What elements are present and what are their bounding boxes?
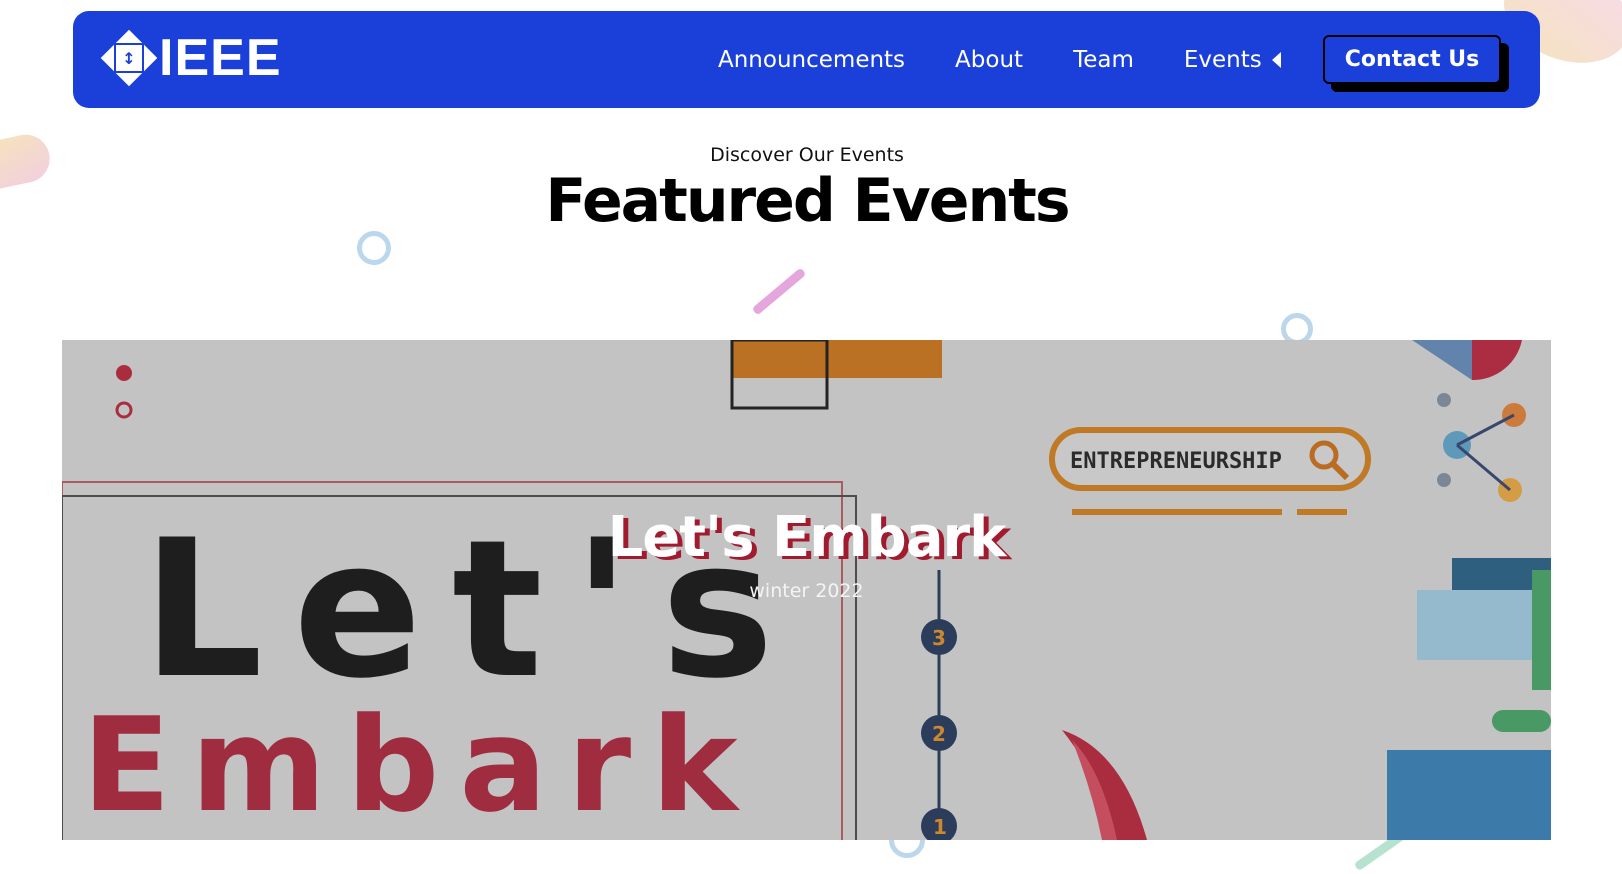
nav-events[interactable]: Events — [1184, 47, 1281, 73]
nav-team[interactable]: Team — [1073, 47, 1134, 73]
navbar: ↕ IEEE Announcements About Team Events C… — [73, 11, 1540, 108]
nav-about[interactable]: About — [955, 47, 1023, 73]
contact-button-wrap: Contact Us — [1323, 35, 1509, 92]
nav-events-label: Events — [1183, 46, 1262, 73]
ieee-diamond-inner: ↕ — [114, 43, 144, 73]
event-card[interactable]: Let's Embark 3 2 1 ENTREPRENEURSHIP Let'… — [62, 340, 1551, 840]
nav-links: Announcements About Team Events — [718, 11, 1281, 108]
event-subtitle: winter 2022 — [749, 580, 864, 602]
contact-us-button[interactable]: Contact Us — [1323, 35, 1501, 84]
section-title: Featured Events — [545, 166, 1070, 236]
caret-left-icon — [1271, 51, 1281, 68]
nav-announcements[interactable]: Announcements — [718, 47, 905, 73]
ieee-logo[interactable]: ↕ IEEE — [100, 29, 282, 87]
decorative-ring — [357, 231, 391, 265]
decorative-stick — [751, 267, 807, 316]
ieee-diamond-icon: ↕ — [100, 29, 158, 87]
logo-text: IEEE — [159, 29, 282, 87]
section-eyebrow: Discover Our Events — [710, 144, 904, 166]
event-title: Let's Embark — [607, 505, 1007, 570]
page: ↕ IEEE Announcements About Team Events C… — [0, 0, 1622, 874]
